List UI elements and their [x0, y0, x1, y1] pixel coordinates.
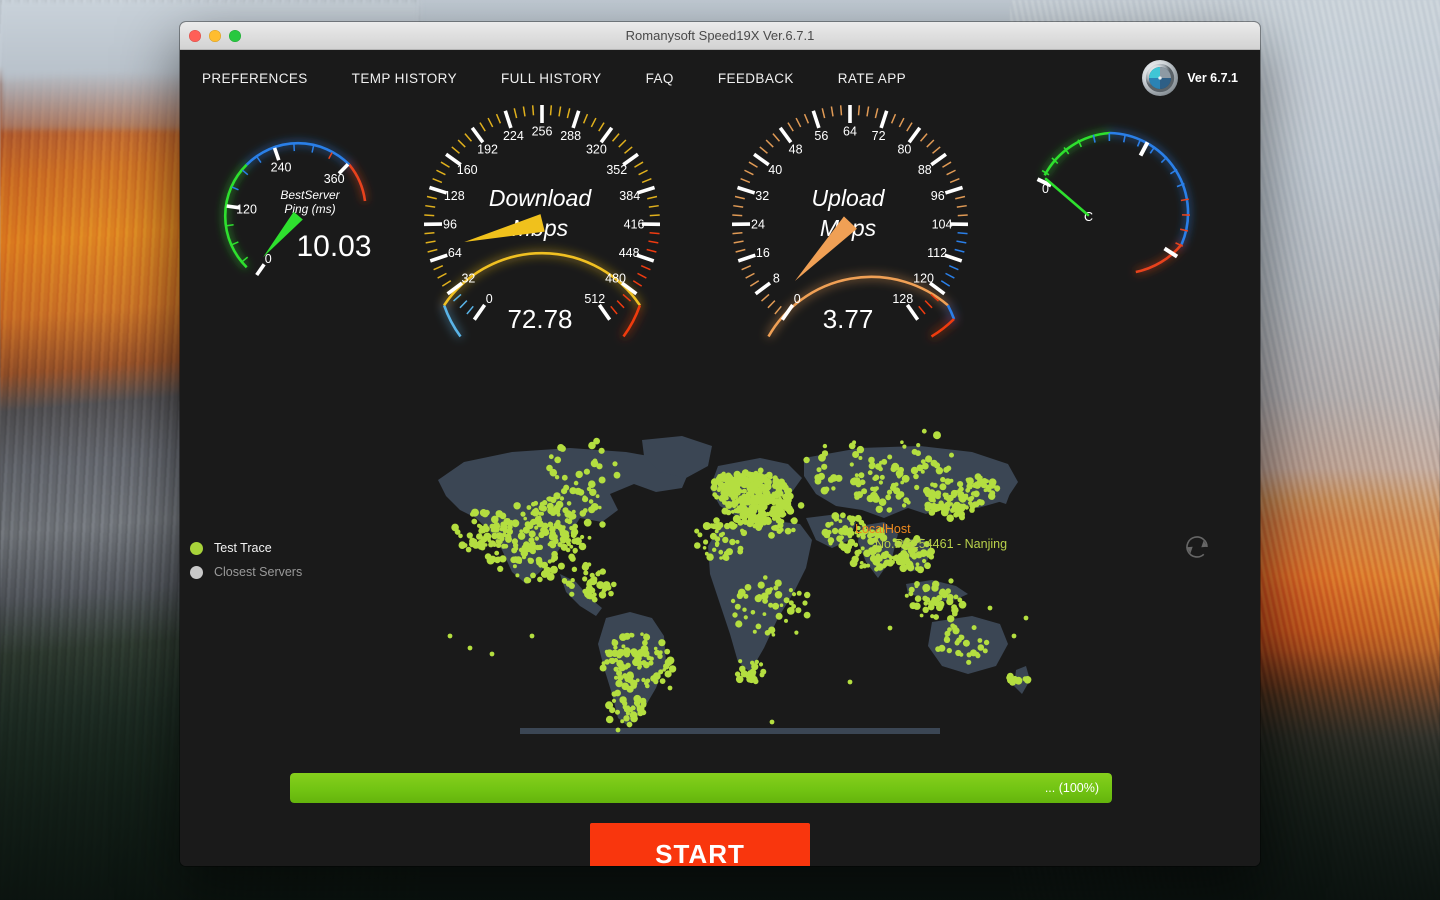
start-button[interactable]: START [590, 823, 810, 866]
svg-text:56: 56 [814, 129, 828, 143]
legend-item-test-trace[interactable]: Test Trace [190, 536, 302, 560]
svg-text:360: 360 [324, 172, 345, 186]
progress-bar: ... (100%) [290, 773, 1112, 803]
svg-text:288: 288 [560, 129, 581, 143]
app-content: PREFERENCES TEMP HISTORY FULL HISTORY FA… [180, 50, 1260, 866]
upload-value: 3.77 [823, 304, 874, 334]
gauge-extra: 0 C [1010, 113, 1260, 313]
download-caption-line1: Download [489, 185, 592, 211]
svg-text:32: 32 [461, 272, 475, 286]
svg-text:48: 48 [789, 142, 803, 156]
refresh-icon[interactable] [1180, 530, 1214, 564]
app-version-label: Ver 6.7.1 [1187, 71, 1238, 85]
svg-text:64: 64 [843, 125, 857, 139]
legend-item-closest-servers[interactable]: Closest Servers [190, 560, 302, 584]
nav-item-full-history[interactable]: FULL HISTORY [479, 67, 624, 90]
legend-label-closest-servers: Closest Servers [214, 565, 302, 579]
svg-text:112: 112 [927, 246, 947, 260]
svg-text:416: 416 [624, 218, 645, 232]
svg-text:72: 72 [872, 129, 886, 143]
svg-text:88: 88 [918, 163, 932, 177]
svg-text:40: 40 [768, 163, 782, 177]
brand-block: Ver 6.7.1 [1142, 60, 1238, 96]
svg-text:104: 104 [932, 218, 953, 232]
window-titlebar[interactable]: Romanysoft Speed19X Ver.6.7.1 [180, 22, 1260, 50]
svg-text:16: 16 [756, 246, 770, 260]
svg-text:224: 224 [503, 129, 524, 143]
svg-text:24: 24 [751, 218, 765, 232]
map-legend: Test Trace Closest Servers [190, 536, 302, 584]
progress-label: ... (100%) [1045, 781, 1112, 795]
svg-text:160: 160 [457, 163, 478, 177]
svg-text:192: 192 [477, 142, 498, 156]
legend-dot-test-trace [190, 542, 203, 555]
extra-tick-marks [1037, 133, 1189, 257]
gauge-ping: 0120240360 BestServer Ping (ms) 10.03 [198, 116, 398, 316]
svg-text:240: 240 [271, 160, 292, 174]
svg-text:480: 480 [605, 272, 626, 286]
upload-caption-line1: Upload [812, 185, 886, 211]
svg-text:256: 256 [532, 125, 553, 139]
download-value: 72.78 [507, 304, 572, 334]
nav-item-feedback[interactable]: FEEDBACK [696, 67, 816, 90]
world-map[interactable] [420, 422, 1040, 734]
progress-fill: ... (100%) [290, 773, 1112, 803]
svg-text:80: 80 [897, 142, 911, 156]
svg-text:320: 320 [586, 142, 607, 156]
app-window: Romanysoft Speed19X Ver.6.7.1 PREFERENCE… [180, 22, 1260, 866]
app-logo-icon [1142, 60, 1178, 96]
nav-item-temp-history[interactable]: TEMP HISTORY [330, 67, 479, 90]
gauge-upload: 0816 24 32 40 48 56 64 72 80 88 96 104 112 120128 Upl… [700, 103, 1000, 373]
map-section: LocalHost No.RS254461 - Nanjing Test Tra… [180, 420, 1260, 740]
main-navbar: PREFERENCES TEMP HISTORY FULL HISTORY FA… [180, 50, 1260, 108]
gauge-download: 0 32 64 96 128 160 192 224 256 288 320 352 384 416 448… [392, 103, 692, 373]
nav-item-rate-app[interactable]: RATE APP [816, 67, 928, 90]
svg-text:64: 64 [448, 246, 462, 260]
ping-caption-line1: BestServer [280, 188, 340, 202]
svg-text:96: 96 [443, 218, 457, 232]
svg-text:128: 128 [444, 189, 465, 203]
ping-value: 10.03 [296, 230, 371, 263]
svg-text:0: 0 [486, 292, 493, 306]
extra-needle [1046, 179, 1088, 215]
svg-text:448: 448 [619, 246, 640, 260]
svg-text:384: 384 [619, 189, 640, 203]
window-title: Romanysoft Speed19X Ver.6.7.1 [180, 22, 1260, 49]
svg-text:0: 0 [794, 292, 801, 306]
extra-label-0: 0 [1042, 182, 1049, 196]
svg-text:120: 120 [913, 272, 934, 286]
svg-text:352: 352 [606, 163, 627, 177]
svg-text:128: 128 [892, 292, 913, 306]
nav-items: PREFERENCES TEMP HISTORY FULL HISTORY FA… [202, 67, 928, 90]
nav-item-faq[interactable]: FAQ [624, 67, 696, 90]
svg-text:96: 96 [931, 189, 945, 203]
legend-dot-closest-servers [190, 566, 203, 579]
gauges-row: 0120240360 BestServer Ping (ms) 10.03 [180, 108, 1260, 420]
svg-text:120: 120 [236, 202, 257, 216]
legend-label-test-trace: Test Trace [214, 541, 272, 555]
svg-text:512: 512 [584, 292, 605, 306]
svg-text:8: 8 [773, 272, 780, 286]
nav-item-preferences[interactable]: PREFERENCES [202, 67, 330, 90]
ping-caption-line2: Ping (ms) [284, 202, 335, 216]
local-host-label: LocalHost [855, 522, 911, 536]
svg-text:32: 32 [755, 189, 769, 203]
selected-server-label: No.RS254461 - Nanjing [875, 537, 1007, 551]
progress-track: ... (100%) [290, 773, 1112, 803]
